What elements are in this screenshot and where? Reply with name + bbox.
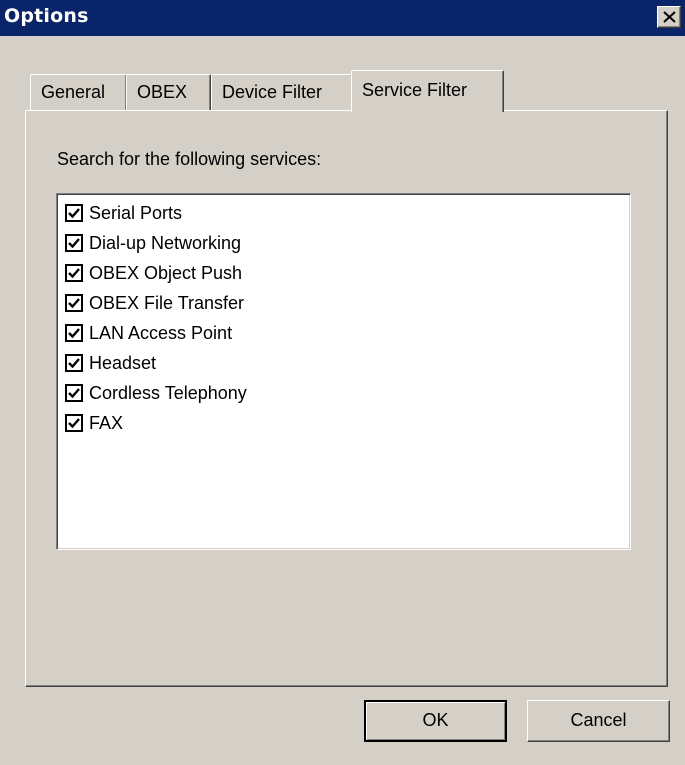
cancel-button[interactable]: Cancel [527,700,670,742]
close-button[interactable] [657,6,681,28]
service-item-label: OBEX Object Push [89,263,243,283]
title-bar[interactable]: Options [0,0,685,36]
service-item-label: FAX [89,413,124,433]
headset-checkbox[interactable] [65,354,83,372]
services-listbox[interactable]: Serial Ports Dial-up Networking OBEX Obj… [56,193,631,550]
tab-general-label: General [41,82,106,102]
tab-obex-label: OBEX [137,82,188,102]
checkmark-icon [68,388,80,399]
tab-device-filter[interactable]: Device Filter [211,74,353,110]
tab-service-filter-label: Service Filter [362,80,468,100]
cancel-button-label: Cancel [570,710,627,730]
close-icon [663,11,676,23]
cordless-telephony-checkbox[interactable] [65,384,83,402]
tab-general[interactable]: General [30,74,127,110]
services-prompt: Search for the following services: [57,149,322,169]
service-item-label: Serial Ports [89,203,183,223]
dial-up-networking-checkbox[interactable] [65,234,83,252]
fax-checkbox[interactable] [65,414,83,432]
service-item-label: LAN Access Point [89,323,233,343]
options-dialog: Options General OBEX Device Filter Servi… [0,0,685,765]
checkmark-icon [68,358,80,369]
service-item-label: OBEX File Transfer [89,293,245,313]
serial-ports-checkbox[interactable] [65,204,83,222]
ok-button[interactable]: OK [364,700,507,742]
checkmark-icon [68,238,80,249]
lan-access-point-checkbox[interactable] [65,324,83,342]
checkmark-icon [68,268,80,279]
checkmark-icon [68,418,80,429]
window-title: Options [4,5,89,27]
service-item-label: Headset [89,353,157,373]
checkmark-icon [68,328,80,339]
service-item-label: Cordless Telephony [89,383,247,403]
service-item-label: Dial-up Networking [89,233,242,253]
tab-device-filter-label: Device Filter [222,82,323,102]
tab-service-filter[interactable]: Service Filter [351,70,504,112]
obex-file-transfer-checkbox[interactable] [65,294,83,312]
ok-button-label: OK [422,710,449,730]
obex-object-push-checkbox[interactable] [65,264,83,282]
checkmark-icon [68,298,80,309]
tab-obex[interactable]: OBEX [126,74,211,110]
checkmark-icon [68,208,80,219]
service-filter-panel: Search for the following services: Seria… [25,110,668,687]
